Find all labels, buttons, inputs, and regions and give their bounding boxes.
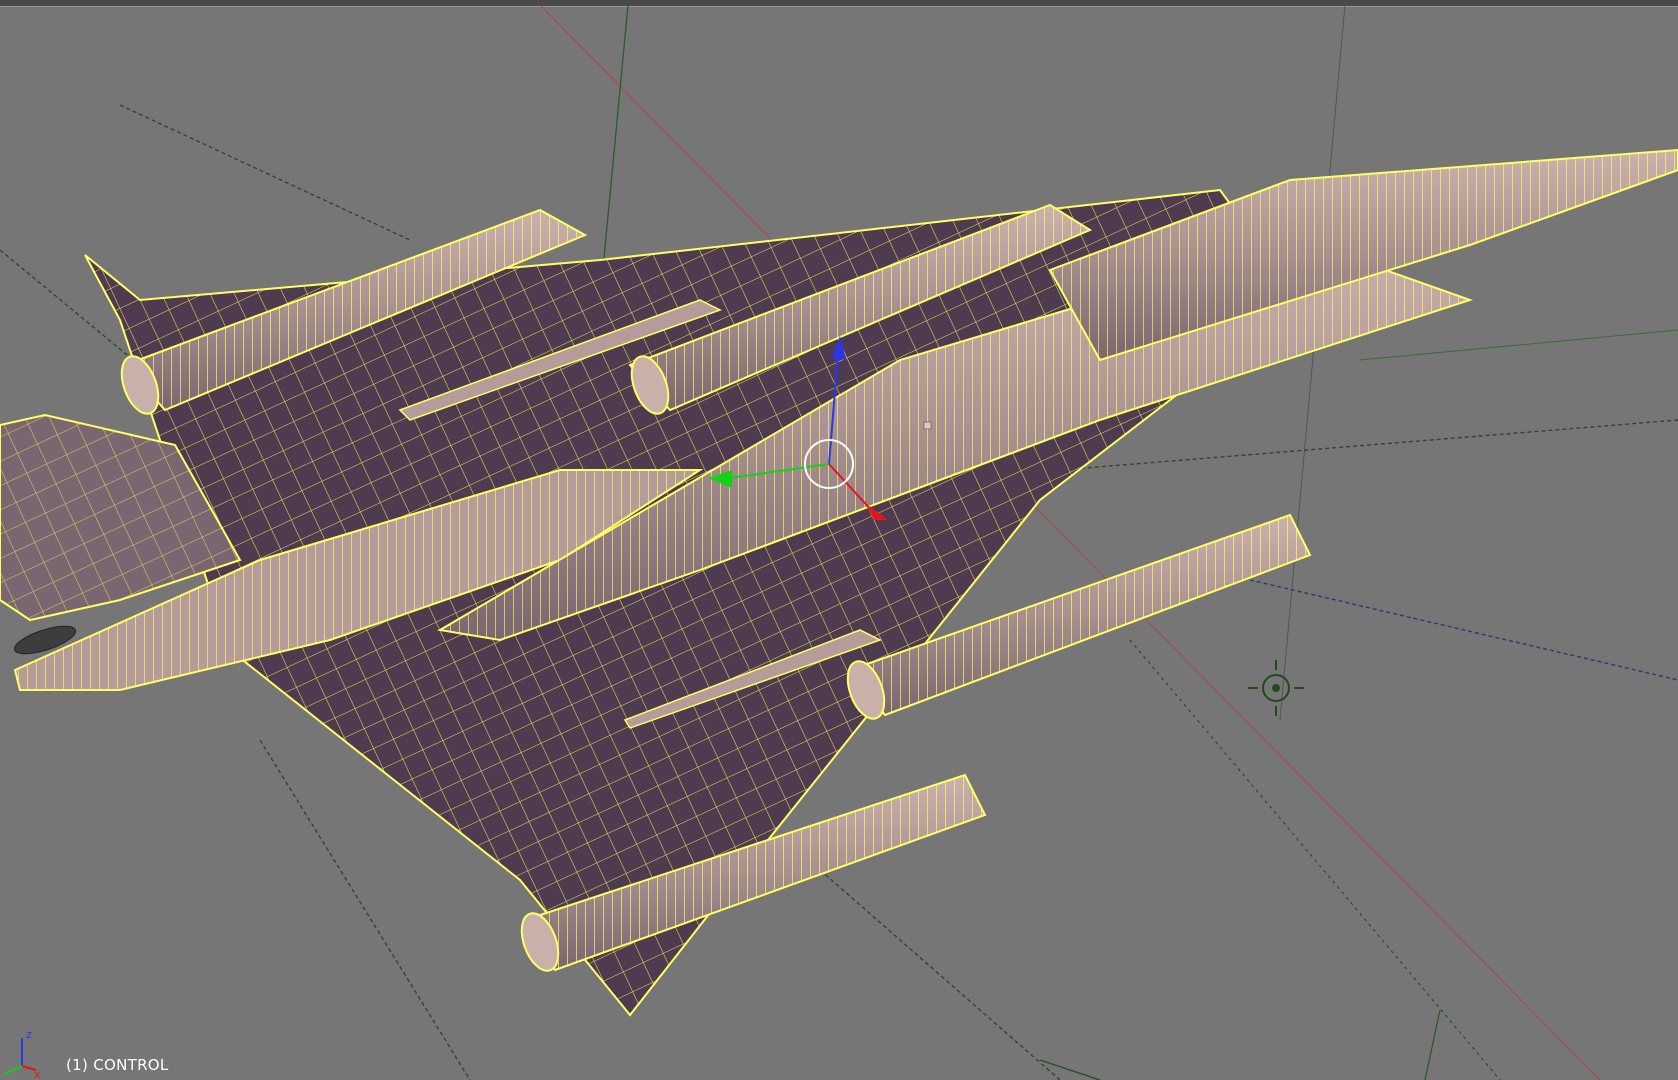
scene-canvas[interactable]: [0, 0, 1678, 1080]
view-axis-icon: z x: [3, 1028, 41, 1080]
3d-cursor-icon[interactable]: [1248, 660, 1304, 716]
3d-viewport[interactable]: z x (1) CONTROL: [0, 0, 1678, 1080]
active-object-label: (1) CONTROL: [66, 1056, 169, 1074]
axis-x-label: x: [34, 1068, 41, 1080]
object-origin-icon: [923, 421, 932, 430]
axis-z-label: z: [26, 1028, 32, 1041]
y-axis-line: [599, 4, 629, 301]
vertical-guide-line: [1279, 4, 1346, 721]
